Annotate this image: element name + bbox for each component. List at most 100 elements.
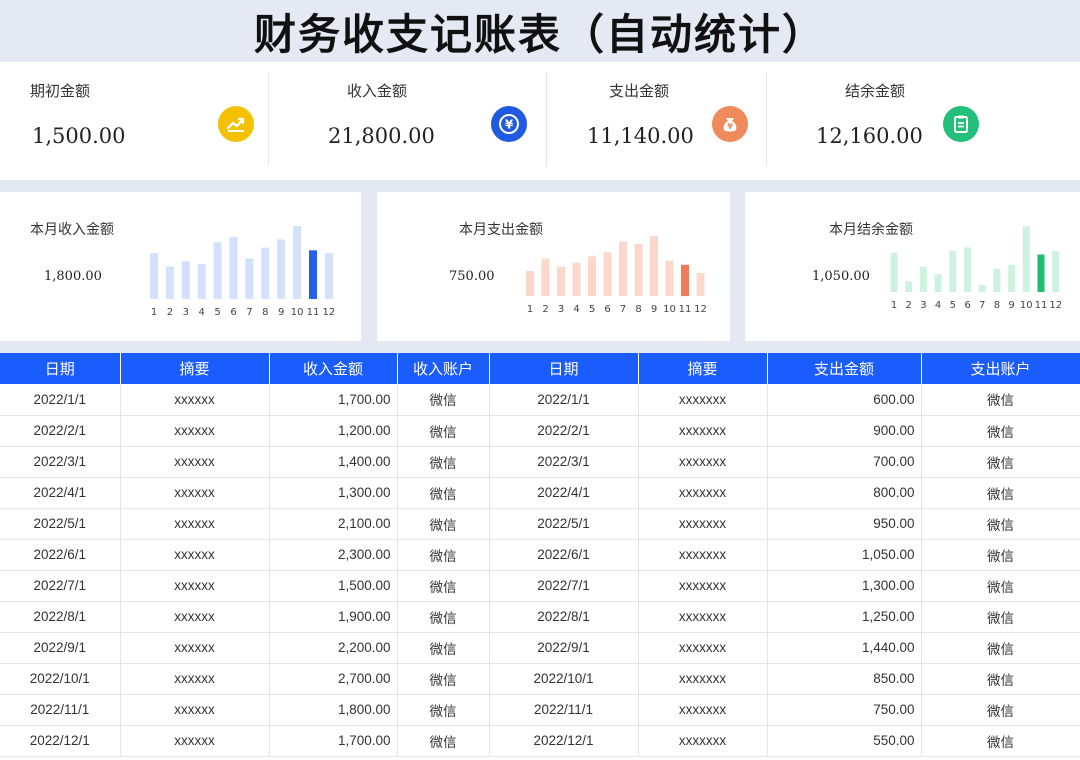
expense-date-cell[interactable]: 2022/7/1 — [489, 570, 639, 602]
income-summary-cell[interactable]: xxxxxx — [120, 663, 270, 695]
income-account-cell[interactable]: 微信 — [397, 632, 490, 664]
income-summary-cell[interactable]: xxxxxx — [120, 694, 270, 726]
income-date-cell[interactable]: 2022/5/1 — [0, 508, 121, 540]
expense-date-cell[interactable]: 2022/1/1 — [489, 384, 639, 416]
income-amount-cell[interactable]: 1,400.00 — [269, 446, 398, 478]
expense-amount-cell[interactable]: 1,050.00 — [767, 539, 922, 571]
income-amount-cell[interactable]: 1,700.00 — [269, 384, 398, 416]
income-summary-cell[interactable]: xxxxxx — [120, 725, 270, 757]
income-amount-cell[interactable]: 2,300.00 — [269, 539, 398, 571]
expense-date-cell[interactable]: 2022/3/1 — [489, 446, 639, 478]
header-expense-date[interactable]: 日期 — [489, 353, 639, 384]
income-date-cell[interactable]: 2022/1/1 — [0, 384, 121, 416]
income-amount-cell[interactable]: 1,800.00 — [269, 694, 398, 726]
income-summary-cell[interactable]: xxxxxx — [120, 632, 270, 664]
expense-summary-cell[interactable]: xxxxxxx — [638, 694, 768, 726]
income-date-cell[interactable]: 2022/12/1 — [0, 725, 121, 757]
expense-summary-cell[interactable]: xxxxxxx — [638, 632, 768, 664]
income-amount-cell[interactable]: 1,900.00 — [269, 601, 398, 633]
income-summary-cell[interactable]: xxxxxx — [120, 415, 270, 447]
expense-amount-cell[interactable]: 800.00 — [767, 477, 922, 509]
header-expense-amount[interactable]: 支出金额 — [767, 353, 922, 384]
expense-amount-cell[interactable]: 550.00 — [767, 725, 922, 757]
header-expense-account[interactable]: 支出账户 — [921, 353, 1080, 384]
income-date-cell[interactable]: 2022/4/1 — [0, 477, 121, 509]
income-account-cell[interactable]: 微信 — [397, 663, 490, 695]
income-account-cell[interactable]: 微信 — [397, 601, 490, 633]
expense-account-cell[interactable]: 微信 — [921, 477, 1080, 509]
header-income-account[interactable]: 收入账户 — [397, 353, 490, 384]
income-summary-cell[interactable]: xxxxxx — [120, 508, 270, 540]
income-summary-cell[interactable]: xxxxxx — [120, 384, 270, 416]
income-amount-cell[interactable]: 2,100.00 — [269, 508, 398, 540]
expense-date-cell[interactable]: 2022/11/1 — [489, 694, 639, 726]
income-amount-cell[interactable]: 2,700.00 — [269, 663, 398, 695]
income-date-cell[interactable]: 2022/8/1 — [0, 601, 121, 633]
expense-amount-cell[interactable]: 1,300.00 — [767, 570, 922, 602]
income-account-cell[interactable]: 微信 — [397, 570, 490, 602]
expense-summary-cell[interactable]: xxxxxxx — [638, 446, 768, 478]
expense-date-cell[interactable]: 2022/10/1 — [489, 663, 639, 695]
expense-amount-cell[interactable]: 600.00 — [767, 384, 922, 416]
expense-date-cell[interactable]: 2022/9/1 — [489, 632, 639, 664]
income-date-cell[interactable]: 2022/6/1 — [0, 539, 121, 571]
expense-account-cell[interactable]: 微信 — [921, 601, 1080, 633]
expense-amount-cell[interactable]: 1,250.00 — [767, 601, 922, 633]
header-income-summary[interactable]: 摘要 — [120, 353, 270, 384]
income-date-cell[interactable]: 2022/10/1 — [0, 663, 121, 695]
expense-summary-cell[interactable]: xxxxxxx — [638, 415, 768, 447]
expense-amount-cell[interactable]: 750.00 — [767, 694, 922, 726]
income-date-cell[interactable]: 2022/11/1 — [0, 694, 121, 726]
expense-summary-cell[interactable]: xxxxxxx — [638, 508, 768, 540]
income-amount-cell[interactable]: 1,500.00 — [269, 570, 398, 602]
expense-summary-cell[interactable]: xxxxxxx — [638, 477, 768, 509]
income-account-cell[interactable]: 微信 — [397, 415, 490, 447]
expense-amount-cell[interactable]: 850.00 — [767, 663, 922, 695]
income-amount-cell[interactable]: 1,700.00 — [269, 725, 398, 757]
expense-date-cell[interactable]: 2022/12/1 — [489, 725, 639, 757]
income-account-cell[interactable]: 微信 — [397, 725, 490, 757]
income-account-cell[interactable]: 微信 — [397, 508, 490, 540]
income-summary-cell[interactable]: xxxxxx — [120, 477, 270, 509]
expense-amount-cell[interactable]: 950.00 — [767, 508, 922, 540]
income-account-cell[interactable]: 微信 — [397, 694, 490, 726]
expense-account-cell[interactable]: 微信 — [921, 384, 1080, 416]
expense-summary-cell[interactable]: xxxxxxx — [638, 725, 768, 757]
header-expense-summary[interactable]: 摘要 — [638, 353, 768, 384]
expense-account-cell[interactable]: 微信 — [921, 570, 1080, 602]
income-amount-cell[interactable]: 1,200.00 — [269, 415, 398, 447]
expense-account-cell[interactable]: 微信 — [921, 632, 1080, 664]
expense-summary-cell[interactable]: xxxxxxx — [638, 384, 768, 416]
expense-account-cell[interactable]: 微信 — [921, 694, 1080, 726]
income-account-cell[interactable]: 微信 — [397, 446, 490, 478]
expense-summary-cell[interactable]: xxxxxxx — [638, 539, 768, 571]
expense-account-cell[interactable]: 微信 — [921, 539, 1080, 571]
income-date-cell[interactable]: 2022/2/1 — [0, 415, 121, 447]
income-summary-cell[interactable]: xxxxxx — [120, 601, 270, 633]
header-income-date[interactable]: 日期 — [0, 353, 121, 384]
income-date-cell[interactable]: 2022/9/1 — [0, 632, 121, 664]
expense-account-cell[interactable]: 微信 — [921, 663, 1080, 695]
expense-amount-cell[interactable]: 1,440.00 — [767, 632, 922, 664]
header-income-amount[interactable]: 收入金额 — [269, 353, 398, 384]
expense-account-cell[interactable]: 微信 — [921, 446, 1080, 478]
income-account-cell[interactable]: 微信 — [397, 539, 490, 571]
expense-account-cell[interactable]: 微信 — [921, 415, 1080, 447]
expense-date-cell[interactable]: 2022/5/1 — [489, 508, 639, 540]
income-summary-cell[interactable]: xxxxxx — [120, 539, 270, 571]
expense-summary-cell[interactable]: xxxxxxx — [638, 570, 768, 602]
expense-amount-cell[interactable]: 700.00 — [767, 446, 922, 478]
income-date-cell[interactable]: 2022/7/1 — [0, 570, 121, 602]
expense-account-cell[interactable]: 微信 — [921, 508, 1080, 540]
income-amount-cell[interactable]: 1,300.00 — [269, 477, 398, 509]
expense-date-cell[interactable]: 2022/4/1 — [489, 477, 639, 509]
expense-date-cell[interactable]: 2022/2/1 — [489, 415, 639, 447]
expense-summary-cell[interactable]: xxxxxxx — [638, 601, 768, 633]
income-summary-cell[interactable]: xxxxxx — [120, 446, 270, 478]
expense-date-cell[interactable]: 2022/6/1 — [489, 539, 639, 571]
expense-date-cell[interactable]: 2022/8/1 — [489, 601, 639, 633]
income-account-cell[interactable]: 微信 — [397, 384, 490, 416]
income-date-cell[interactable]: 2022/3/1 — [0, 446, 121, 478]
expense-account-cell[interactable]: 微信 — [921, 725, 1080, 757]
income-amount-cell[interactable]: 2,200.00 — [269, 632, 398, 664]
